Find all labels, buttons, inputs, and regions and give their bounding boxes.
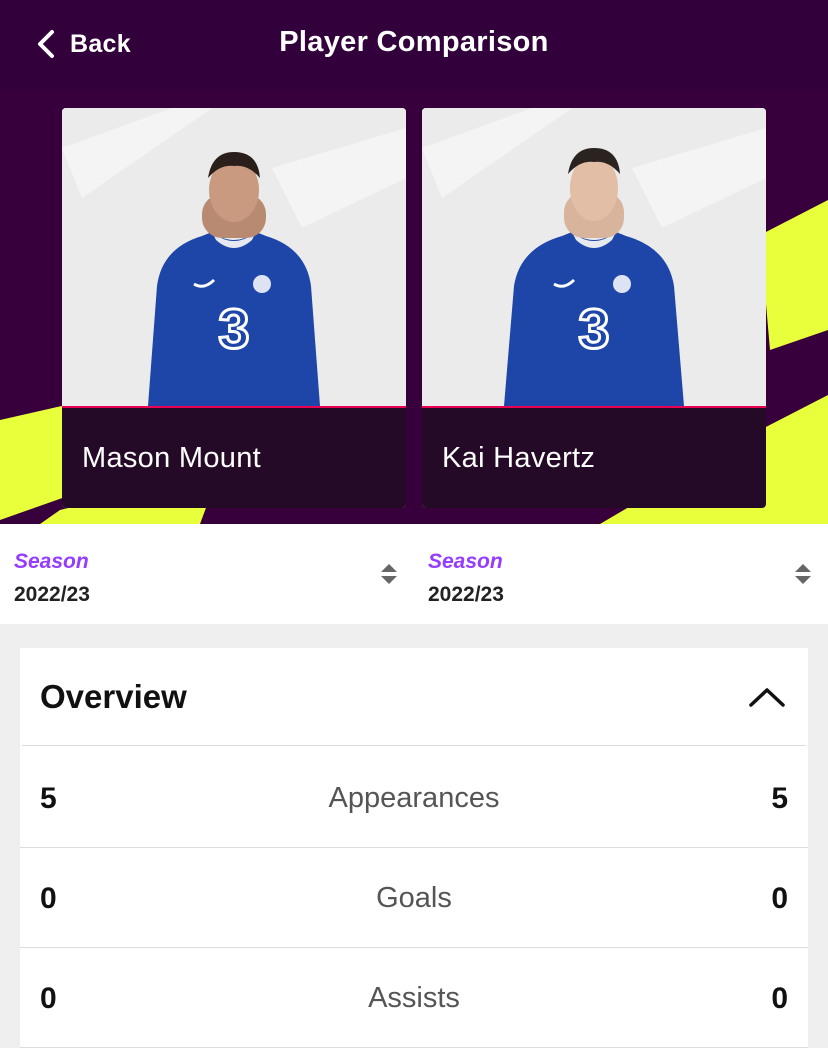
player-photo: 3 <box>422 108 766 406</box>
player-card-right[interactable]: 3 Kai Havertz <box>422 108 766 508</box>
stat-label: Goals <box>376 882 452 914</box>
stat-row-assists: 0 Assists 0 <box>20 948 808 1048</box>
svg-text:3: 3 <box>218 297 249 360</box>
season-value: 2022/23 <box>14 583 90 606</box>
season-label: Season <box>14 550 89 573</box>
season-label: Season <box>428 550 503 573</box>
season-selectors: Season 2022/23 Season 2022/23 <box>0 524 828 624</box>
player-card-left[interactable]: 3 Mason Mount <box>62 108 406 508</box>
player-photo: 3 <box>62 108 406 406</box>
top-bar: Back Player Comparison <box>0 0 828 90</box>
stat-right-value: 5 <box>771 782 788 815</box>
header: Back Player Comparison 3 Mason Mount 3 K… <box>0 0 828 524</box>
stat-right-value: 0 <box>771 882 788 915</box>
player-name: Kai Havertz <box>442 442 596 474</box>
overview-panel: Overview 5 Appearances 5 0 Goals 0 0 Ass… <box>20 648 808 1048</box>
stat-row-appearances: 5 Appearances 5 <box>20 748 808 848</box>
overview-title: Overview <box>40 678 187 715</box>
sort-arrows-icon <box>381 564 397 584</box>
svg-text:3: 3 <box>578 297 609 360</box>
sort-arrows-icon <box>795 564 811 584</box>
chevron-up-icon[interactable] <box>748 686 786 708</box>
player-nameplate: Kai Havertz <box>422 406 766 508</box>
stat-right-value: 0 <box>771 982 788 1015</box>
season-value: 2022/23 <box>428 583 504 606</box>
stat-label: Assists <box>368 982 460 1014</box>
player-nameplate: Mason Mount <box>62 406 406 508</box>
stat-row-goals: 0 Goals 0 <box>20 848 808 948</box>
player-name: Mason Mount <box>82 442 261 474</box>
season-selector-right[interactable]: Season 2022/23 <box>414 524 828 624</box>
overview-header[interactable]: Overview <box>22 648 806 746</box>
page-title: Player Comparison <box>279 26 549 58</box>
stat-label: Appearances <box>328 782 500 814</box>
season-selector-left[interactable]: Season 2022/23 <box>0 524 414 624</box>
